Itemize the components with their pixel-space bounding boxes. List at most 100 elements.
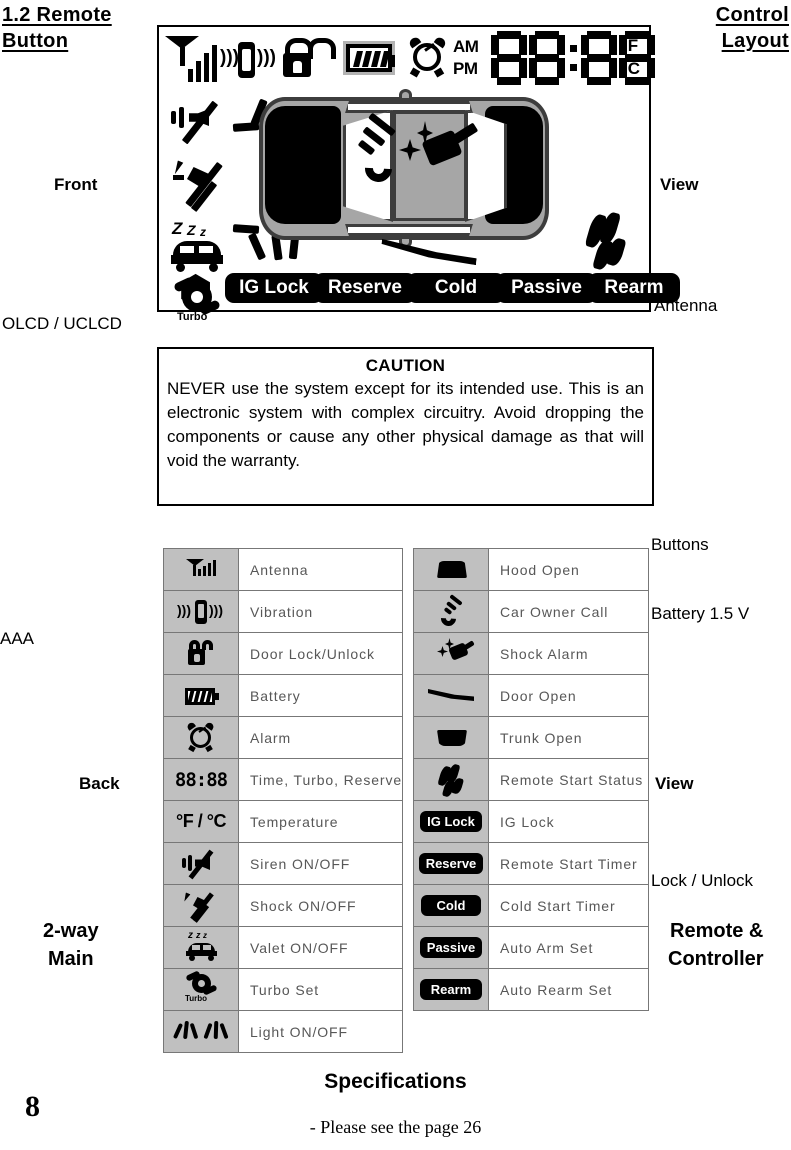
caution-title: CAUTION (365, 356, 446, 375)
legend-label: Antenna (237, 548, 404, 591)
annotation-view-mid: View (655, 774, 694, 793)
legend-label: Cold Start Timer (488, 884, 649, 927)
fahrenheit-unit: °F (621, 36, 639, 55)
legend-icon-door-open (413, 674, 489, 717)
battery-icon (343, 41, 395, 75)
valet-zzz-icon: Z Z z (171, 219, 235, 277)
shock-alarm-icon (399, 121, 479, 185)
legend-label: Auto Rearm Set (488, 968, 649, 1011)
legend-icon-trunk-open (413, 716, 489, 759)
annotation-aaa: AAA (0, 629, 35, 648)
legend-icon-valet-onoff: z z z (163, 926, 239, 969)
legend-icon-passive: Passive (413, 926, 489, 969)
table-row: Car Owner Call (413, 590, 649, 633)
legend-label: Door Lock/Unlock (237, 632, 404, 675)
section-subtitle-right: Layout (721, 30, 789, 52)
door-open-icon (381, 243, 477, 269)
legend-icon-text: Passive (419, 937, 483, 958)
lcd-pill-cold: Cold (407, 273, 505, 303)
section-heading-right: Control Layout (716, 2, 789, 54)
door-lock-unlock-icon (283, 38, 336, 80)
legend-label: Remote Start Timer (488, 842, 649, 885)
vibration-icon: ))) ))) (220, 37, 276, 82)
legend-icon-text: Turbo (185, 994, 208, 1003)
lcd-pill-reserve: Reserve (314, 273, 416, 303)
annotation-lock-unlock: Lock / Unlock (651, 871, 754, 890)
legend-icon-text: 88:88 (174, 768, 228, 791)
table-row: °F / °C Temperature (163, 800, 404, 843)
legend-icon-ig-lock: IG Lock (413, 800, 489, 843)
annotation-olcd: OLCD / UCLCD (2, 314, 122, 333)
legend-label: Time, Turbo, Reserve (237, 758, 404, 801)
table-row: Rearm Auto Rearm Set (413, 968, 649, 1011)
annotation-view-top: View (660, 175, 699, 194)
section-heading-left: 1.2 Remote Button (2, 2, 112, 54)
legend-label: Turbo Set (237, 968, 404, 1011)
legend-label: Vibration (237, 590, 404, 633)
table-row: Door Lock/Unlock (163, 632, 404, 675)
celsius-unit: °C (621, 59, 641, 78)
legend-icon-alarm (163, 716, 239, 759)
alarm-clock-icon (407, 35, 448, 79)
legend-icon-text: Reserve (418, 853, 484, 874)
specifications-title: Specifications (324, 1070, 467, 1093)
table-row: Passive Auto Arm Set (413, 926, 649, 969)
legend-label: Valet ON/OFF (237, 926, 404, 969)
legend-icon-door-lock-unlock (163, 632, 239, 675)
siren-off-icon (171, 100, 233, 147)
legend-icon-shock-alarm (413, 632, 489, 675)
pm-indicator: PM (453, 59, 478, 78)
table-row: IG Lock IG Lock (413, 800, 649, 843)
annotation-controller: Controller (668, 948, 764, 970)
table-row: Turbo Turbo Set (163, 968, 404, 1011)
table-row: Hood Open (413, 548, 649, 591)
annotation-main: Main (48, 948, 94, 970)
legend-icon-text: IG Lock (420, 811, 482, 832)
car-owner-call-icon (351, 112, 401, 191)
antenna-icon (165, 34, 217, 82)
annotation-buttons: Buttons (651, 535, 709, 554)
specifications-note: - Please see the page 26 (309, 1117, 482, 1137)
legend-icon-text: Rearm (419, 979, 483, 1000)
lcd-pill-ig-lock: IG Lock (225, 273, 323, 303)
annotation-back: Back (79, 774, 120, 793)
annotation-two-way: 2-way (43, 920, 99, 942)
legend-label: Car Owner Call (488, 590, 649, 633)
legend-icon-light-onoff (163, 1010, 239, 1053)
lcd-pill-passive: Passive (496, 273, 597, 303)
remote-start-status-icon (584, 210, 627, 274)
legend-icon-turbo: Turbo (163, 968, 239, 1011)
legend-label: Temperature (237, 800, 404, 843)
table-row: Alarm (163, 716, 404, 759)
caution-body: NEVER use the system except for its inte… (167, 379, 644, 470)
table-row: Remote Start Status (413, 758, 649, 801)
table-row: Trunk Open (413, 716, 649, 759)
section-number-title: 1.2 Remote (2, 4, 112, 26)
table-row: Antenna (163, 548, 404, 591)
table-row: Door Open (413, 674, 649, 717)
legend-label: Siren ON/OFF (237, 842, 404, 885)
shock-off-icon (173, 159, 235, 213)
legend-icon-car-owner-call (413, 590, 489, 633)
table-row: Siren ON/OFF (163, 842, 404, 885)
turbo-icon: ⬢ Turbo (173, 272, 227, 330)
legend-label: Battery (237, 674, 404, 717)
legend-label: Auto Arm Set (488, 926, 649, 969)
legend-icon-antenna (163, 548, 239, 591)
legend-icon-text: Cold (420, 895, 482, 916)
table-row: Light ON/OFF (163, 1010, 404, 1053)
table-row: Shock Alarm (413, 632, 649, 675)
legend-icon-shock-onoff (163, 884, 239, 927)
lcd-display-panel: ))) ))) AM PM °F °C Z Z z Turbo IG Lock … (157, 25, 680, 323)
am-indicator: AM (453, 37, 479, 56)
annotation-battery: Battery 1.5 V (651, 604, 750, 623)
legend-icon-temperature: °F / °C (163, 800, 239, 843)
section-subtitle-left: Button (2, 30, 69, 52)
lcd-status-icon-row: ))) ))) AM PM °F °C (165, 31, 655, 91)
annotation-front: Front (54, 175, 98, 194)
legend-label: Door Open (488, 674, 649, 717)
legend-label: Shock Alarm (488, 632, 649, 675)
table-row: ))) ))) Vibration (163, 590, 404, 633)
legend-icon-hood-open (413, 548, 489, 591)
time-display (491, 31, 655, 87)
